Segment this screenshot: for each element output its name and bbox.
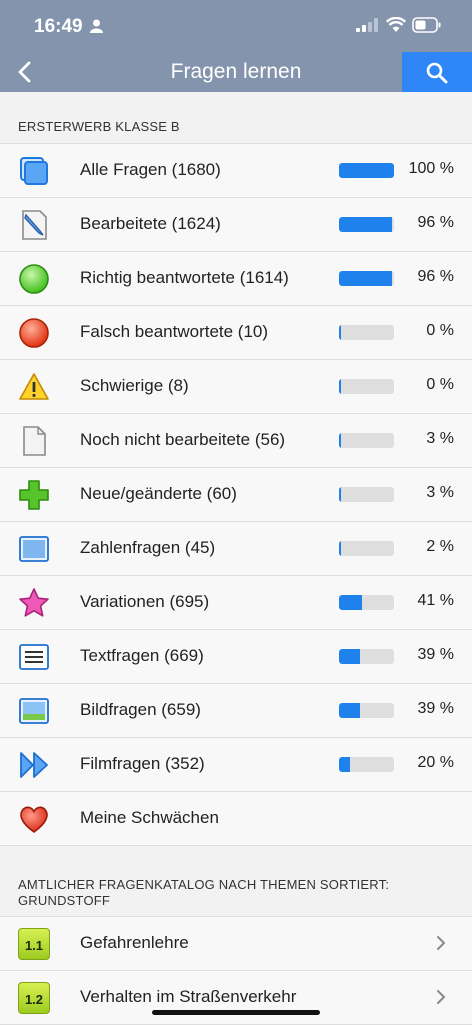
progress-bar — [339, 757, 394, 772]
warning-icon — [19, 373, 49, 400]
home-indicator[interactable] — [152, 1010, 320, 1015]
progress-bar — [339, 271, 394, 286]
topic-number-badge: 1.2 — [18, 982, 50, 1014]
topic-number-badge: 1.1 — [18, 928, 50, 960]
percent-value: 20 % — [417, 754, 454, 771]
list-item-alle-fragen[interactable]: Alle Fragen (1680) 100 % — [0, 144, 472, 198]
progress-bar — [339, 595, 394, 610]
heart-icon — [20, 806, 48, 833]
progress-fill — [339, 271, 392, 286]
fast-forward-icon — [20, 752, 48, 778]
percent-value: 96 % — [417, 268, 454, 285]
picture-icon — [19, 698, 49, 724]
edit-document-icon — [22, 210, 47, 240]
percent-value: 96 % — [417, 214, 454, 231]
list-item-schwierige[interactable]: Schwierige (8) 0 % — [0, 360, 472, 414]
blank-document-icon — [23, 426, 46, 456]
green-plus-icon — [19, 480, 49, 510]
percent-value: 3 % — [426, 430, 454, 447]
text-lines-icon — [19, 644, 49, 670]
list-item-label: Neue/geänderte (60) — [80, 484, 237, 503]
progress-fill — [339, 595, 362, 610]
list-item-label: Variationen (695) — [80, 592, 210, 611]
question-filter-list: Alle Fragen (1680) 100 % Bearbeitete (16… — [0, 143, 472, 846]
progress-fill — [339, 163, 394, 178]
progress-bar — [339, 163, 394, 178]
percent-value: 39 % — [417, 646, 454, 663]
list-item-textfragen[interactable]: Textfragen (669) 39 % — [0, 630, 472, 684]
top-bar: 16:49 Fragen lernen — [0, 0, 472, 92]
list-item-label: Gefahrenlehre — [80, 933, 189, 952]
red-circle-icon — [19, 318, 49, 348]
list-item-neue-geaenderte[interactable]: Neue/geänderte (60) 3 % — [0, 468, 472, 522]
number-frame-icon — [19, 536, 49, 562]
progress-bar — [339, 325, 394, 340]
progress-fill — [339, 757, 350, 772]
list-item-gefahrenlehre[interactable]: 1.1 Gefahrenlehre — [0, 917, 472, 971]
progress-fill — [339, 379, 342, 394]
progress-fill — [339, 217, 392, 232]
list-item-richtig-beantwortete[interactable]: Richtig beantwortete (1614) 96 % — [0, 252, 472, 306]
progress-fill — [339, 487, 342, 502]
status-time: 16:49 — [34, 16, 83, 37]
person-icon — [90, 19, 103, 33]
wifi-icon — [386, 17, 406, 32]
list-item-falsch-beantwortete[interactable]: Falsch beantwortete (10) 0 % — [0, 306, 472, 360]
chevron-right-icon — [437, 936, 445, 950]
list-item-label: Schwierige (8) — [80, 376, 189, 395]
percent-value: 2 % — [426, 538, 454, 555]
stacked-squares-icon — [20, 157, 48, 185]
list-item-label: Verhalten im Straßenverkehr — [80, 987, 297, 1006]
progress-bar — [339, 217, 394, 232]
percent-value: 100 % — [408, 160, 454, 177]
list-item-label: Richtig beantwortete (1614) — [80, 268, 289, 287]
search-icon — [426, 62, 448, 84]
progress-bar — [339, 487, 394, 502]
search-button[interactable] — [402, 52, 472, 92]
progress-fill — [339, 649, 361, 664]
list-item-bildfragen[interactable]: Bildfragen (659) 39 % — [0, 684, 472, 738]
progress-bar — [339, 649, 394, 664]
cellular-signal-icon — [356, 18, 378, 32]
list-item-label: Falsch beantwortete (10) — [80, 322, 269, 341]
navigation-bar: Fragen lernen — [0, 50, 472, 92]
section-header-ersterwerb: ERSTERWERB KLASSE B — [18, 119, 180, 134]
progress-fill — [339, 325, 342, 340]
list-item-label: Textfragen (669) — [80, 646, 204, 665]
progress-fill — [339, 541, 342, 556]
percent-value: 39 % — [417, 700, 454, 717]
list-item-filmfragen[interactable]: Filmfragen (352) 20 % — [0, 738, 472, 792]
percent-value: 0 % — [426, 376, 454, 393]
progress-bar — [339, 379, 394, 394]
list-item-label: Meine Schwächen — [80, 808, 219, 827]
list-item-label: Alle Fragen (1680) — [80, 160, 221, 179]
list-item-meine-schwaechen[interactable]: Meine Schwächen — [0, 792, 472, 846]
progress-fill — [339, 703, 361, 718]
percent-value: 0 % — [426, 322, 454, 339]
list-item-label: Filmfragen (352) — [80, 754, 205, 773]
list-item-label: Bearbeitete (1624) — [80, 214, 221, 233]
section-header-fragenkatalog: AMTLICHER FRAGENKATALOG NACH THEMEN SORT… — [18, 877, 390, 908]
list-item-label: Zahlenfragen (45) — [80, 538, 216, 557]
status-bar: 16:49 — [0, 0, 472, 50]
list-item-zahlenfragen[interactable]: Zahlenfragen (45) 2 % — [0, 522, 472, 576]
pink-star-icon — [19, 588, 49, 617]
progress-bar — [339, 541, 394, 556]
list-item-label: Noch nicht bearbeitete (56) — [80, 430, 286, 449]
list-item-bearbeitete[interactable]: Bearbeitete (1624) 96 % — [0, 198, 472, 252]
progress-bar — [339, 433, 394, 448]
progress-fill — [339, 433, 342, 448]
topic-catalog-list: 1.1 Gefahrenlehre 1.2 Verhalten im Straß… — [0, 916, 472, 1025]
list-item-noch-nicht-bearbeitete[interactable]: Noch nicht bearbeitete (56) 3 % — [0, 414, 472, 468]
progress-bar — [339, 703, 394, 718]
list-item-variationen[interactable]: Variationen (695) 41 % — [0, 576, 472, 630]
list-item-label: Bildfragen (659) — [80, 700, 201, 719]
chevron-right-icon — [437, 990, 445, 1004]
battery-icon — [412, 17, 441, 33]
percent-value: 41 % — [417, 592, 454, 609]
percent-value: 3 % — [426, 484, 454, 501]
green-circle-icon — [19, 264, 49, 294]
list-item-verhalten-im-strassenverkehr[interactable]: 1.2 Verhalten im Straßenverkehr — [0, 971, 472, 1025]
